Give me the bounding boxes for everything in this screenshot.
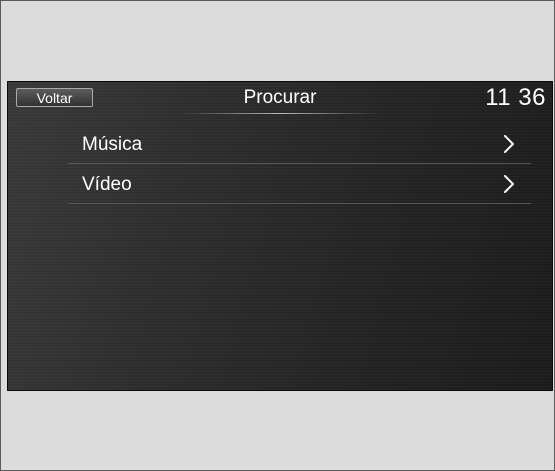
chevron-right-icon bbox=[504, 175, 514, 193]
page-title: Procurar bbox=[243, 87, 317, 108]
header-bar: Voltar Procurar 11 36 bbox=[8, 82, 552, 114]
title-underline bbox=[182, 113, 378, 114]
menu-item-music[interactable]: Música bbox=[68, 125, 531, 164]
menu-item-label: Vídeo bbox=[82, 174, 132, 195]
infotainment-screen: Voltar Procurar 11 36 Música Vídeo bbox=[7, 81, 553, 391]
menu-item-label: Música bbox=[82, 134, 143, 155]
menu-item-video[interactable]: Vídeo bbox=[68, 165, 531, 204]
clock: 11 36 bbox=[485, 84, 546, 111]
menu-list: Música Vídeo bbox=[68, 125, 531, 204]
chevron-right-icon bbox=[504, 135, 514, 153]
page-frame: Voltar Procurar 11 36 Música Vídeo bbox=[0, 0, 555, 471]
